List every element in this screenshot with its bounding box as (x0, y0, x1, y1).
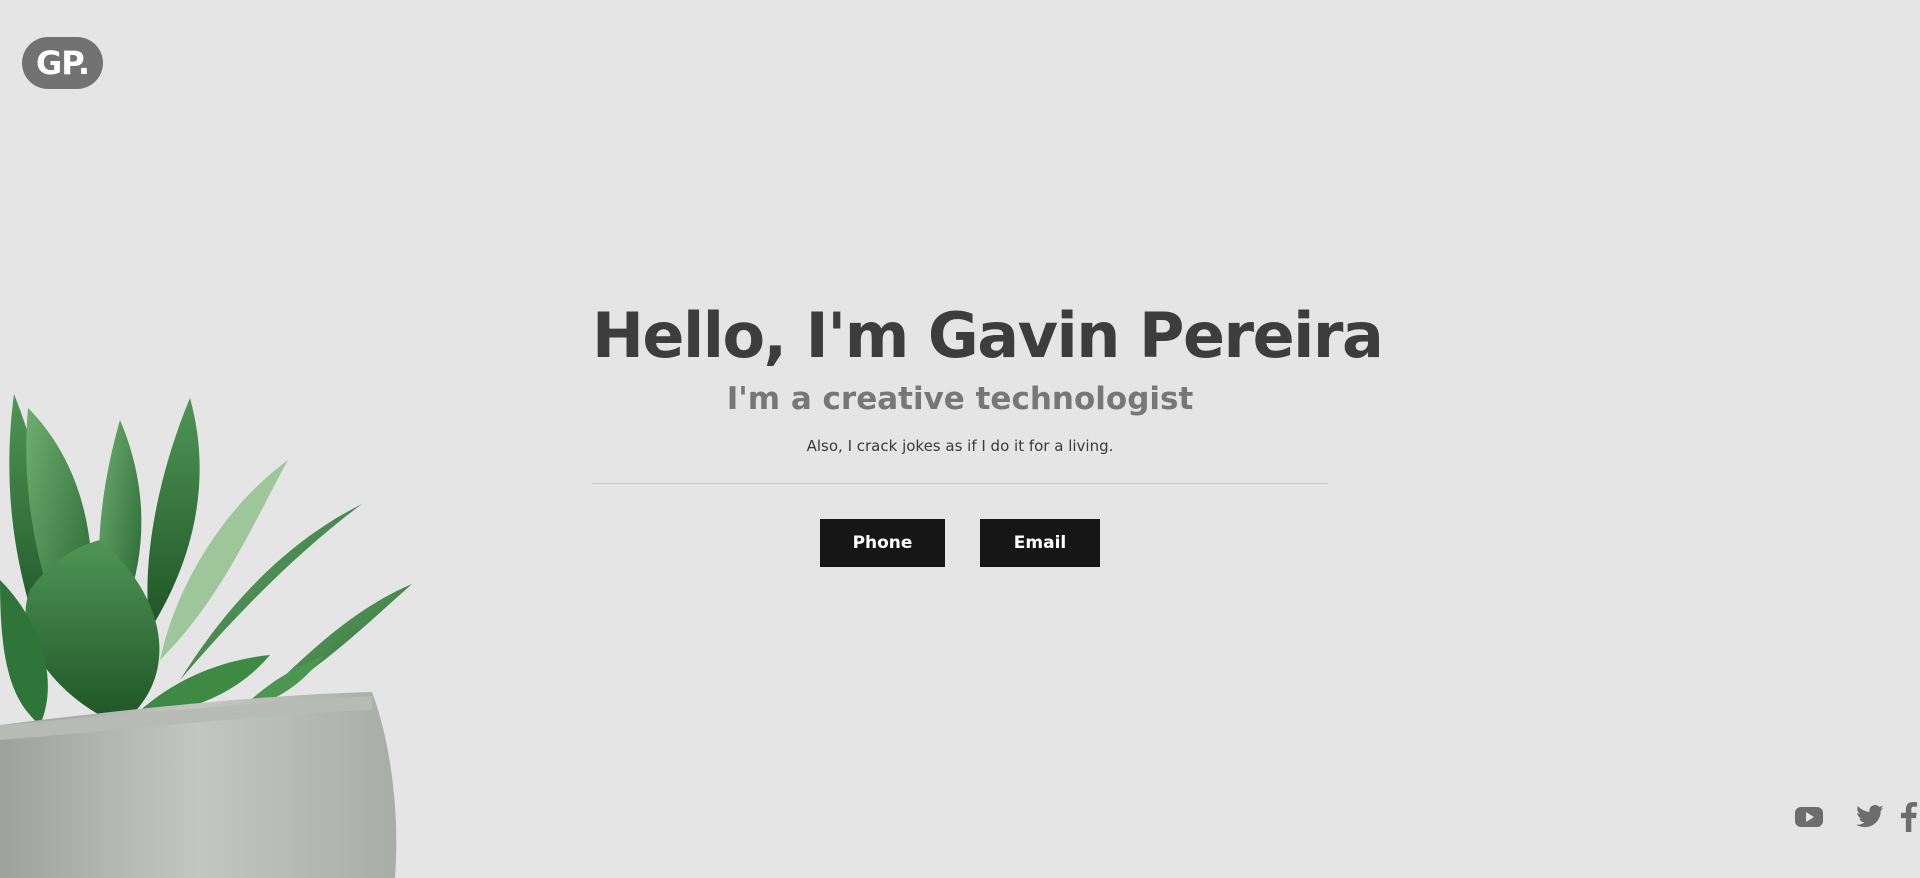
page-subtitle: I'm a creative technologist (726, 381, 1194, 417)
hero-section: Hello, I'm Gavin Pereira I'm a creative … (592, 296, 1384, 567)
facebook-icon[interactable] (1898, 802, 1920, 832)
email-button[interactable]: Email (980, 519, 1100, 567)
logo[interactable]: GP. (22, 37, 103, 89)
landing-page: GP. Hello, I'm Gavin Pereira I'm a creat… (0, 0, 1920, 878)
twitter-icon[interactable] (1855, 802, 1885, 832)
succulent-image (0, 394, 412, 878)
divider (592, 483, 1328, 484)
youtube-icon[interactable] (1794, 802, 1824, 832)
page-title: Hello, I'm Gavin Pereira (592, 299, 1384, 372)
phone-button[interactable]: Phone (820, 519, 945, 567)
contact-buttons: Phone Email (592, 519, 1328, 567)
tagline: Also, I crack jokes as if I do it for a … (806, 437, 1114, 455)
